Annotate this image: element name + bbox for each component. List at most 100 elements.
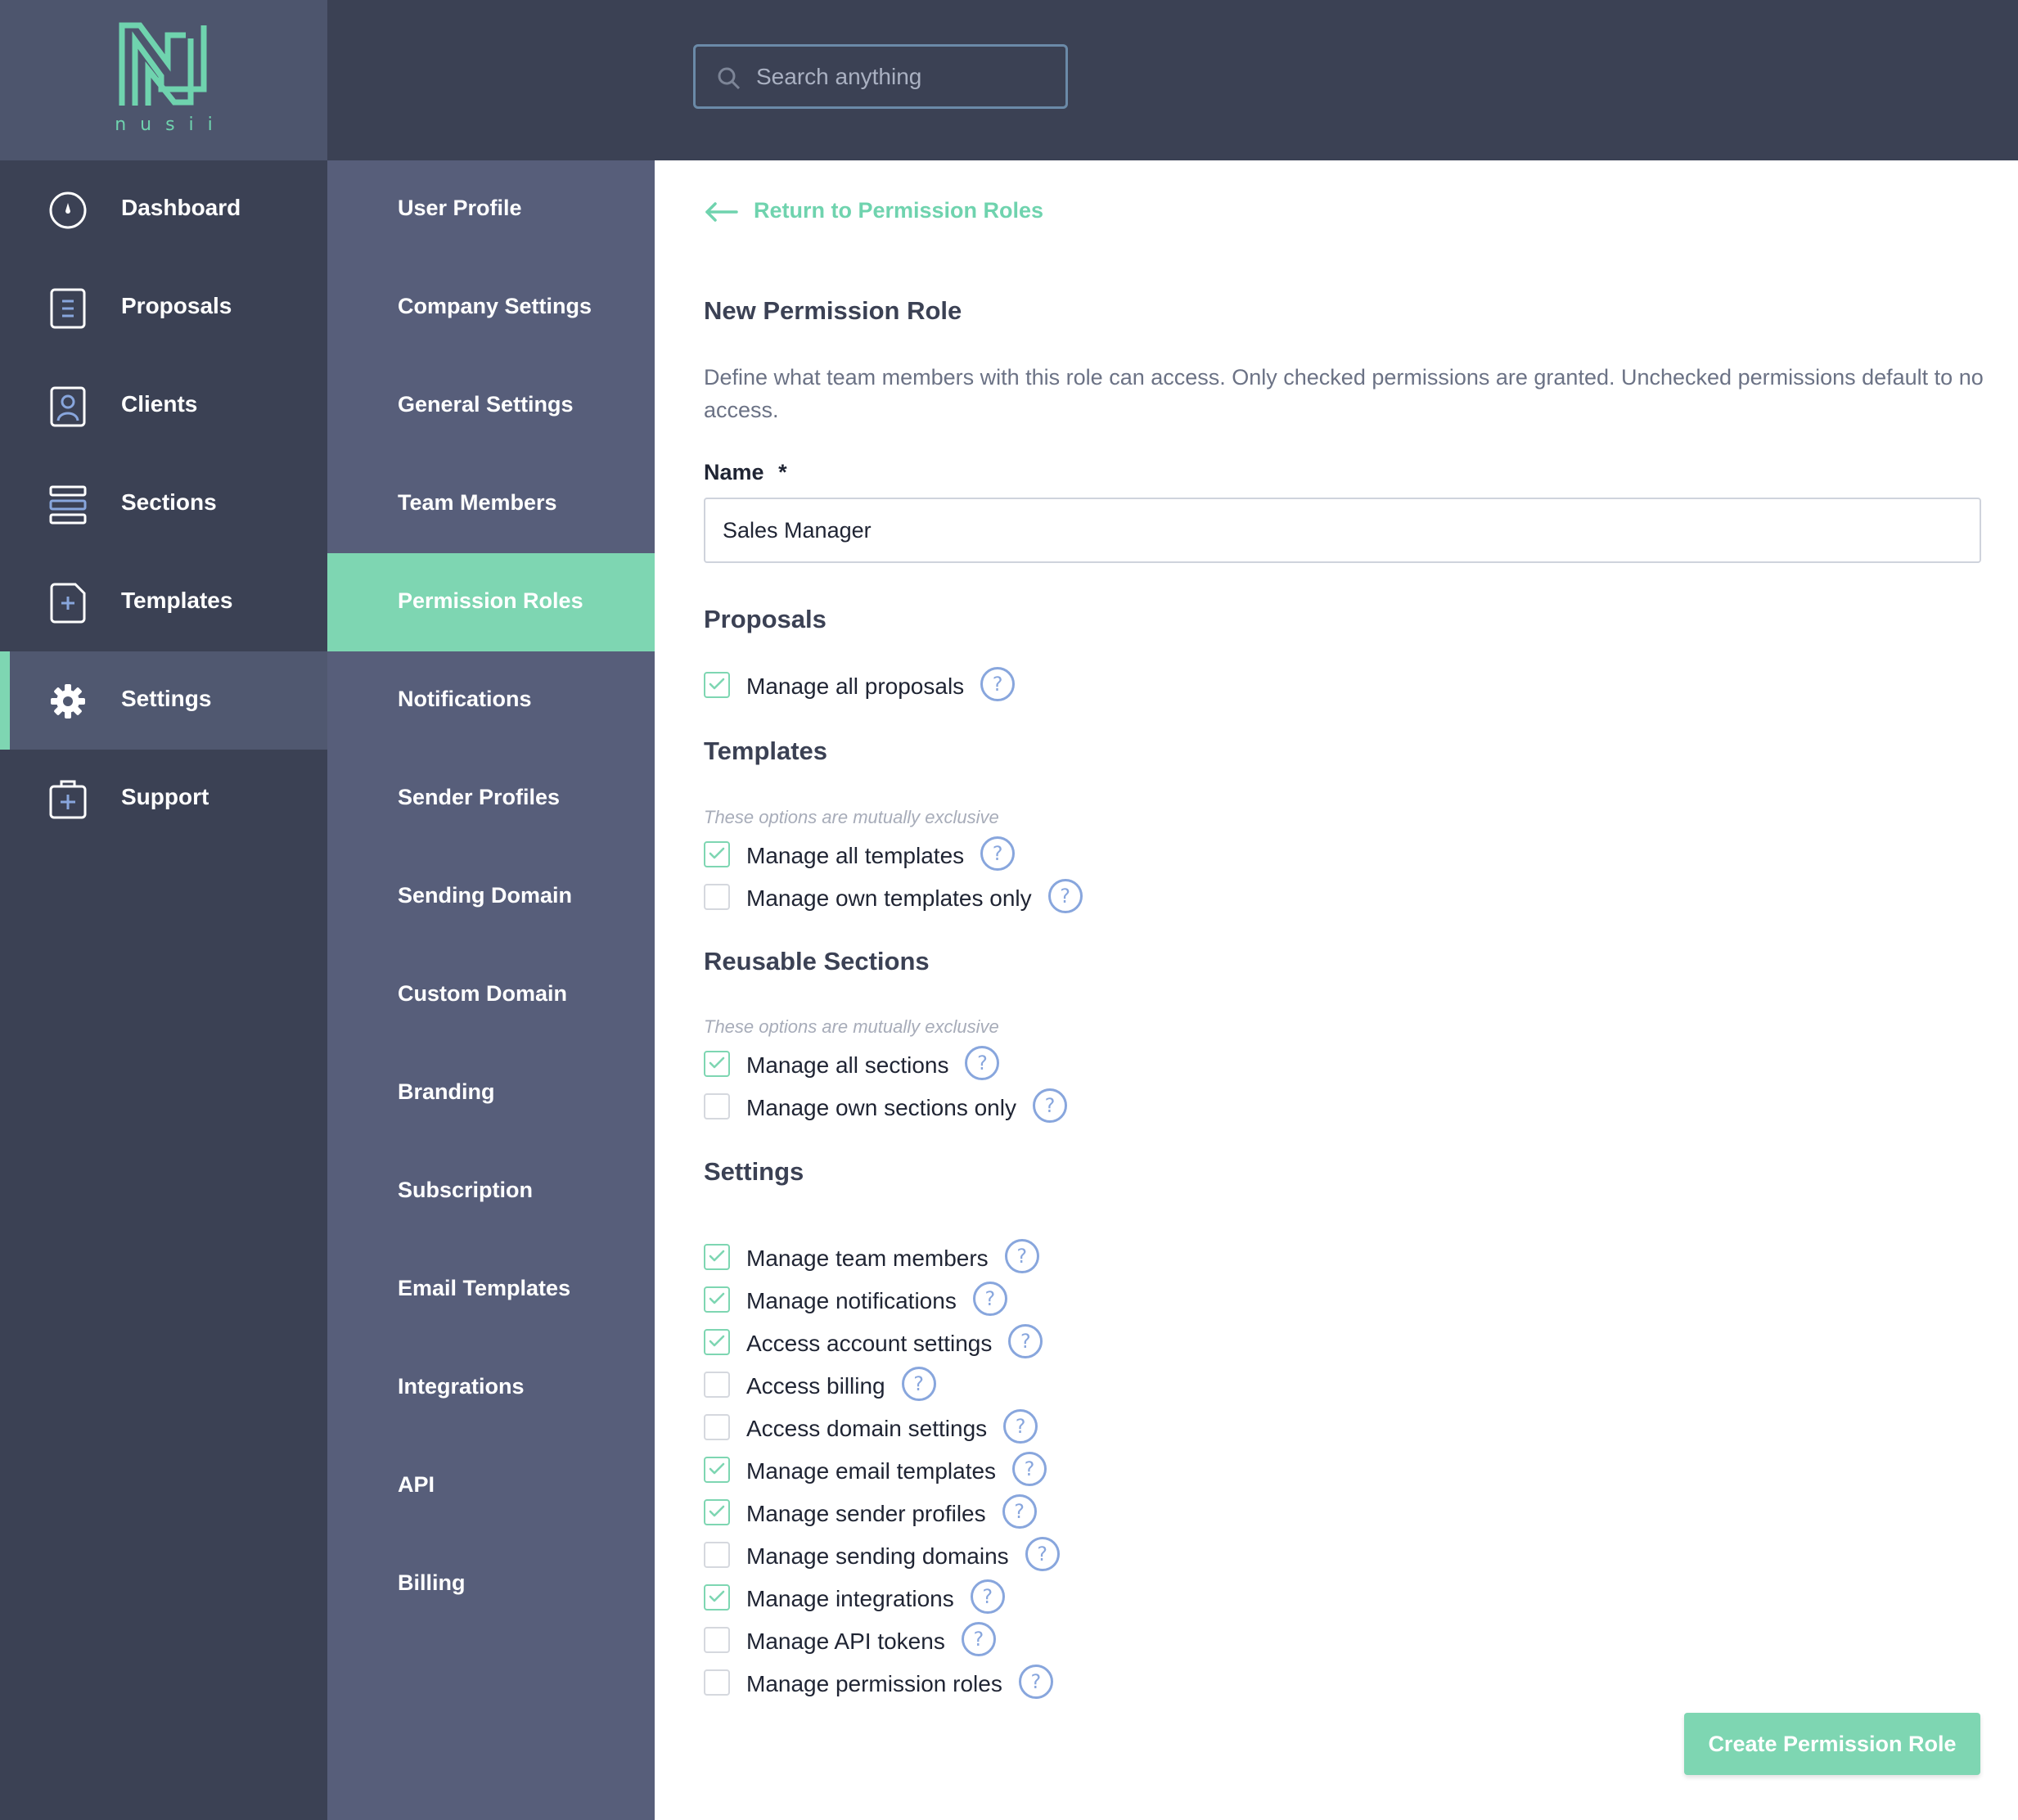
permission-label[interactable]: Manage sending domains [746, 1543, 1009, 1570]
sidebar-item-templates[interactable]: Templates [0, 553, 327, 651]
permission-label[interactable]: Manage own sections only [746, 1095, 1016, 1121]
create-permission-role-button[interactable]: Create Permission Role [1684, 1713, 1980, 1775]
submenu-item-branding[interactable]: Branding [327, 1044, 655, 1142]
permission-label[interactable]: Manage all sections [746, 1052, 948, 1079]
permission-checkbox[interactable] [704, 1542, 730, 1568]
submenu-item-team-members[interactable]: Team Members [327, 455, 655, 553]
submenu-item-subscription[interactable]: Subscription [327, 1142, 655, 1241]
permission-checkbox[interactable] [704, 1414, 730, 1440]
sidebar-item-sections[interactable]: Sections [0, 455, 327, 553]
sidebar-item-settings[interactable]: Settings [0, 651, 327, 750]
permission-checkbox[interactable] [704, 1669, 730, 1696]
nusii-logo-icon [119, 22, 207, 106]
permission-checkbox[interactable] [704, 884, 730, 910]
search-icon [718, 67, 741, 90]
permission-label[interactable]: Manage API tokens [746, 1629, 945, 1655]
help-icon[interactable]: ? [1008, 1324, 1043, 1358]
help-icon[interactable]: ? [1018, 1665, 1053, 1699]
permission-checkbox[interactable] [704, 1372, 730, 1398]
proposals-icon [50, 288, 86, 329]
submenu-item-integrations[interactable]: Integrations [327, 1339, 655, 1437]
brand-name: nusii [115, 115, 227, 135]
checkmark-icon [709, 1590, 725, 1602]
group-title-sections: Reusable Sections [704, 947, 930, 975]
settings-submenu: User Profile Company Settings General Se… [327, 160, 655, 1820]
search-input[interactable] [756, 47, 1059, 106]
submenu-item-label: Integrations [398, 1374, 525, 1399]
permission-checkbox[interactable] [704, 672, 730, 698]
help-icon[interactable]: ? [970, 1579, 1005, 1614]
help-icon[interactable]: ? [965, 1046, 1000, 1080]
submenu-item-custom-domain[interactable]: Custom Domain [327, 946, 655, 1044]
permission-checkbox[interactable] [704, 1244, 730, 1270]
permission-checkbox[interactable] [704, 841, 730, 867]
sidebar-item-dashboard[interactable]: Dashboard [0, 160, 327, 259]
help-icon[interactable]: ? [1025, 1537, 1060, 1571]
permission-checkbox[interactable] [704, 1093, 730, 1119]
submenu-item-label: Branding [398, 1079, 495, 1104]
permission-label[interactable]: Manage own templates only [746, 885, 1032, 912]
submenu-item-sender-profiles[interactable]: Sender Profiles [327, 750, 655, 848]
help-icon[interactable]: ? [980, 836, 1016, 871]
logo-area[interactable]: nusii [0, 0, 327, 160]
permission-label[interactable]: Manage sender profiles [746, 1501, 986, 1527]
page-title: New Permission Role [704, 296, 962, 325]
help-icon[interactable]: ? [1032, 1088, 1067, 1123]
primary-sidebar: Dashboard Proposals Clients Sections Tem… [0, 160, 327, 1820]
help-icon[interactable]: ? [1004, 1239, 1039, 1273]
submenu-item-notifications[interactable]: Notifications [327, 651, 655, 750]
permission-label[interactable]: Manage all templates [746, 843, 964, 869]
top-bar [327, 0, 2018, 160]
permission-label[interactable]: Manage permission roles [746, 1671, 1002, 1697]
checkmark-icon [709, 1335, 725, 1347]
permission-checkbox[interactable] [704, 1499, 730, 1525]
permission-checkbox[interactable] [704, 1286, 730, 1313]
submenu-item-email-templates[interactable]: Email Templates [327, 1241, 655, 1339]
submenu-item-label: User Profile [398, 196, 522, 220]
sidebar-item-support[interactable]: Support [0, 750, 327, 848]
submenu-item-billing[interactable]: Billing [327, 1535, 655, 1633]
permission-label[interactable]: Manage all proposals [746, 673, 964, 700]
sidebar-item-proposals[interactable]: Proposals [0, 259, 327, 357]
submenu-item-permission-roles[interactable]: Permission Roles [327, 553, 655, 651]
role-name-input[interactable] [704, 498, 1981, 563]
permission-label[interactable]: Manage team members [746, 1246, 989, 1272]
submenu-item-label: Team Members [398, 490, 557, 515]
name-label-text: Name [704, 460, 764, 484]
help-icon[interactable]: ? [1003, 1409, 1038, 1444]
permission-checkbox[interactable] [704, 1627, 730, 1653]
permission-label[interactable]: Access domain settings [746, 1416, 987, 1442]
exclusive-hint: These options are mutually exclusive [704, 1016, 999, 1037]
permission-label[interactable]: Access billing [746, 1373, 885, 1399]
checkmark-icon [709, 1056, 725, 1069]
group-title-proposals: Proposals [704, 605, 827, 633]
help-icon[interactable]: ? [1047, 879, 1083, 913]
submenu-item-general-settings[interactable]: General Settings [327, 357, 655, 455]
permission-checkbox[interactable] [704, 1584, 730, 1611]
submenu-item-label: API [398, 1472, 435, 1497]
submenu-item-company-settings[interactable]: Company Settings [327, 259, 655, 357]
permission-label[interactable]: Manage email templates [746, 1458, 996, 1484]
help-icon[interactable]: ? [1002, 1494, 1037, 1529]
help-icon[interactable]: ? [961, 1622, 996, 1656]
submenu-item-user-profile[interactable]: User Profile [327, 160, 655, 259]
permission-checkbox[interactable] [704, 1457, 730, 1483]
help-icon[interactable]: ? [901, 1367, 936, 1401]
sidebar-item-label: Clients [121, 391, 198, 417]
help-icon[interactable]: ? [1012, 1452, 1047, 1486]
sidebar-item-clients[interactable]: Clients [0, 357, 327, 455]
search-box[interactable] [693, 44, 1068, 109]
permission-checkbox[interactable] [704, 1051, 730, 1077]
arrow-left-icon [705, 202, 738, 222]
submenu-item-api[interactable]: API [327, 1437, 655, 1535]
name-field-label: Name * [704, 460, 787, 485]
submenu-item-sending-domain[interactable]: Sending Domain [327, 848, 655, 946]
permission-label[interactable]: Manage notifications [746, 1288, 957, 1314]
help-icon[interactable]: ? [980, 667, 1016, 701]
permission-label[interactable]: Access account settings [746, 1331, 992, 1357]
dashboard-icon [49, 191, 87, 229]
permission-checkbox[interactable] [704, 1329, 730, 1355]
page-description: Define what team members with this role … [704, 365, 1984, 422]
permission-label[interactable]: Manage integrations [746, 1586, 954, 1612]
help-icon[interactable]: ? [972, 1282, 1007, 1316]
